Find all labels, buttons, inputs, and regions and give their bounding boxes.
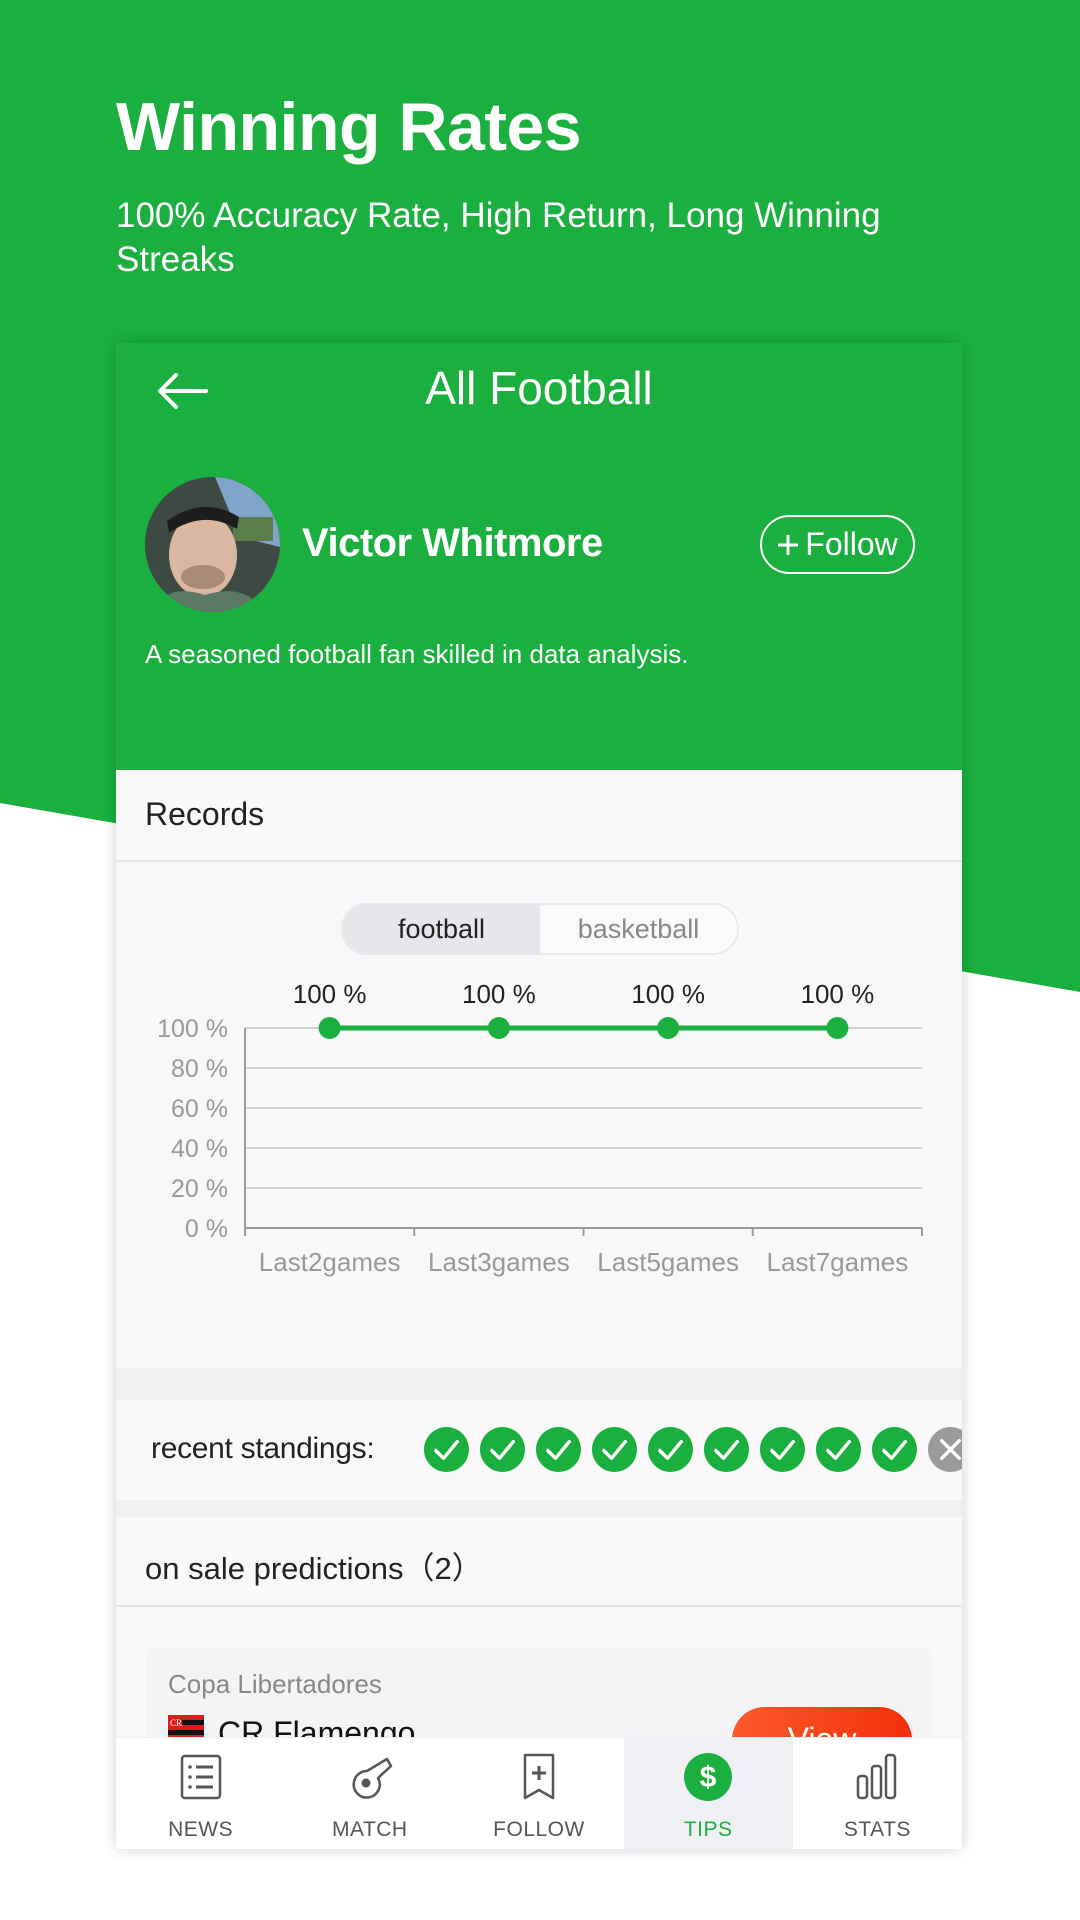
check-circle-icon xyxy=(872,1427,917,1472)
check-circle-icon xyxy=(424,1427,469,1472)
whistle-icon xyxy=(352,1757,393,1799)
promo-title: Winning Rates xyxy=(116,89,582,165)
standings-label: recent standings: xyxy=(151,1432,375,1465)
nav-label: MATCH xyxy=(332,1818,408,1841)
x-circle-icon xyxy=(928,1427,962,1472)
nav-label: STATS xyxy=(843,1818,911,1841)
segment-football[interactable]: football xyxy=(343,905,540,953)
check-circle-icon xyxy=(480,1427,525,1472)
data-point xyxy=(826,1017,849,1039)
check-circle-icon xyxy=(536,1427,581,1472)
check-circle-icon xyxy=(816,1427,861,1472)
sport-segmented-control: football basketball xyxy=(341,903,739,955)
page-title: All Football xyxy=(425,362,653,414)
data-point xyxy=(657,1017,680,1039)
svg-text:$: $ xyxy=(700,1761,717,1794)
plus-icon xyxy=(778,534,799,555)
nav-label: FOLLOW xyxy=(493,1818,585,1841)
x-tick-label: Last7games xyxy=(767,1247,909,1277)
nav-match[interactable]: MATCH xyxy=(285,1738,454,1849)
svg-text:CR: CR xyxy=(170,1718,182,1728)
bar-chart-icon xyxy=(857,1753,897,1800)
recent-standings: recent standings: xyxy=(116,1400,962,1500)
data-point xyxy=(318,1017,341,1039)
standings-results xyxy=(424,1427,962,1473)
section-divider xyxy=(116,1500,962,1517)
predictions-header: on sale predictions（2） xyxy=(116,1517,962,1607)
profile-header: All Football Victor Whitmore Follow A se… xyxy=(116,343,962,770)
bookmark-plus-icon xyxy=(523,1753,555,1800)
dollar-circle-icon: $ xyxy=(684,1753,733,1801)
avatar-photo xyxy=(145,477,280,612)
predictions-title: on sale predictions（2） xyxy=(145,1551,483,1586)
y-tick-label: 60 % xyxy=(171,1095,228,1123)
records-title: Records xyxy=(145,796,265,832)
nav-follow[interactable]: FOLLOW xyxy=(454,1738,623,1849)
check-circle-icon xyxy=(704,1427,749,1472)
follow-label: Follow xyxy=(805,526,898,562)
x-tick-label: Last2games xyxy=(259,1247,401,1277)
y-tick-label: 100 % xyxy=(157,1015,228,1043)
nav-tips[interactable]: $ TIPS xyxy=(623,1738,793,1849)
nav-label: NEWS xyxy=(168,1818,234,1841)
news-list-icon xyxy=(180,1754,221,1800)
records-header: Records xyxy=(116,770,962,862)
data-point xyxy=(487,1017,510,1039)
nav-stats[interactable]: STATS xyxy=(793,1738,962,1849)
y-tick-label: 40 % xyxy=(171,1135,228,1163)
check-circle-icon xyxy=(648,1427,693,1472)
avatar[interactable] xyxy=(145,477,280,612)
win-rate-chart: 0 % 20 % 40 % 60 % 80 % 100 % 100 % Last2games 1… xyxy=(157,979,923,1277)
segment-basketball[interactable]: basketball xyxy=(540,905,737,953)
x-tick-label: Last3games xyxy=(428,1247,570,1277)
nav-label: TIPS xyxy=(683,1818,733,1841)
promo-subtitle: 100% Accuracy Rate, High Return, Long Wi… xyxy=(116,196,881,279)
x-tick-label: Last5games xyxy=(597,1247,739,1277)
follow-button[interactable]: Follow xyxy=(760,515,915,574)
user-name: Victor Whitmore xyxy=(302,521,603,565)
data-label: 100 % xyxy=(293,979,367,1009)
phone-screen: All Football Victor Whitmore Follow A se… xyxy=(116,343,962,1849)
check-circle-icon xyxy=(592,1427,637,1472)
data-label: 100 % xyxy=(801,979,875,1009)
y-tick-label: 0 % xyxy=(185,1215,228,1243)
check-circle-icon xyxy=(760,1427,805,1472)
user-bio: A seasoned football fan skilled in data … xyxy=(145,639,689,669)
nav-news[interactable]: NEWS xyxy=(116,1738,285,1849)
section-divider xyxy=(116,1368,962,1400)
data-label: 100 % xyxy=(631,979,705,1009)
data-label: 100 % xyxy=(462,979,536,1009)
y-tick-label: 20 % xyxy=(171,1175,228,1203)
league-name: Copa Libertadores xyxy=(168,1669,382,1699)
bottom-nav: NEWS MATCH FOLLOW $ TIPS STATS xyxy=(116,1738,962,1849)
y-tick-label: 80 % xyxy=(171,1055,228,1083)
